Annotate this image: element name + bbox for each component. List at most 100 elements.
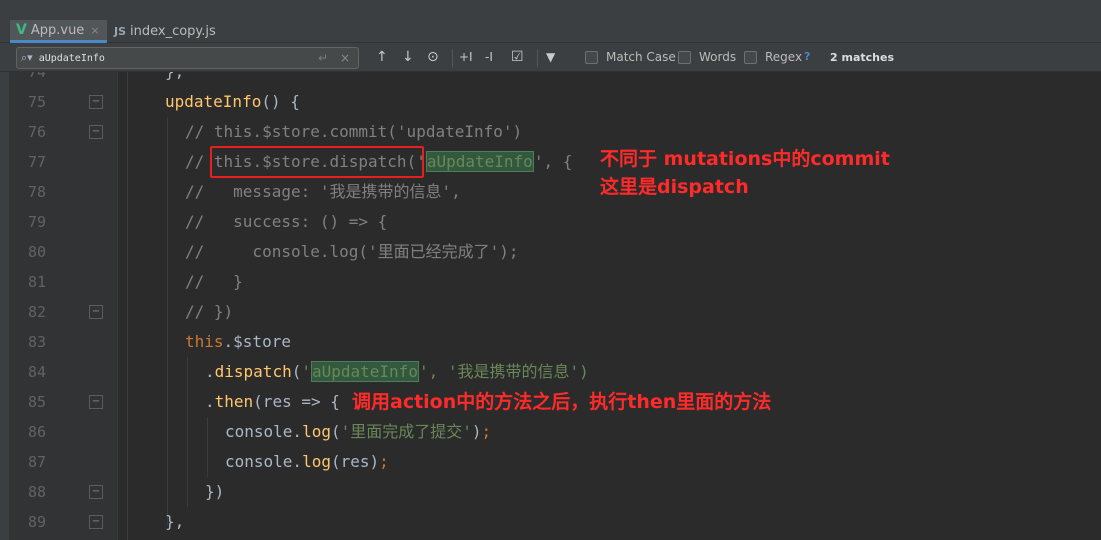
code-text: (res) — [330, 452, 380, 471]
line-number: 87 — [27, 453, 46, 471]
search-field[interactable]: ⌕▾ ↵ × — [16, 47, 359, 69]
code-editor[interactable]: 74 75 76 77 78 79 80 81 82 83 84 85 86 8… — [0, 72, 1101, 540]
keyword: this — [185, 332, 224, 351]
code-line-86: console.log('里面完成了提交'); — [225, 417, 491, 447]
code-text: .$store — [223, 332, 291, 351]
code-line-78: // message: '我是携带的信息', — [185, 182, 461, 201]
line-number: 76 — [27, 123, 46, 141]
line-number: 89 — [27, 513, 46, 531]
line-number: 82 — [27, 303, 46, 321]
close-tab-icon[interactable]: × — [90, 24, 99, 37]
code-text: ) — [471, 422, 482, 441]
clear-icon[interactable]: × — [340, 51, 350, 65]
fold-end-icon[interactable]: − — [89, 515, 103, 529]
regex-checkbox[interactable]: Regex — [744, 50, 802, 64]
fold-collapse-icon[interactable]: − — [89, 395, 103, 409]
method-name: updateInfo — [165, 92, 262, 111]
tab-index-copy-js[interactable]: JS index_copy.js — [108, 20, 218, 43]
indent-guide — [167, 117, 168, 525]
code-text: console. — [225, 422, 303, 441]
code-text: . — [205, 392, 215, 411]
code-line-85: .then(res => { — [205, 387, 340, 417]
fold-end-icon[interactable]: − — [89, 305, 103, 319]
editor-tab-bar: V App.vue × JS index_copy.js — [0, 0, 1101, 43]
js-file-icon: JS — [114, 25, 127, 38]
code-text: ( — [291, 362, 302, 381]
search-match-highlight: aUpdateInfo — [310, 361, 419, 382]
semicolon: ; — [481, 422, 492, 441]
match-case-checkbox[interactable]: Match Case — [585, 50, 676, 64]
checkbox-box[interactable] — [585, 50, 598, 64]
code-line-88: }) — [205, 482, 225, 501]
regex-help-link[interactable]: ? — [804, 50, 810, 63]
method-name: then — [214, 392, 254, 411]
code-text: (res => { — [253, 392, 340, 411]
code-text: . — [205, 362, 215, 381]
annotation-note: 调用action中的方法之后，执行then里面的方法 — [352, 391, 772, 413]
line-number: 88 — [27, 483, 46, 501]
previous-occurrence-icon[interactable]: ↑ — [376, 49, 388, 65]
search-match-highlight: aUpdateInfo — [425, 151, 534, 172]
code-line-87: console.log(res); — [225, 447, 389, 477]
annotation-note: 这里是dispatch — [600, 176, 749, 198]
code-line-76: // this.$store.commit('updateInfo') — [185, 122, 523, 141]
line-number: 74 — [27, 72, 46, 81]
tab-label: index_copy.js — [130, 24, 216, 39]
code-text: ', { — [533, 152, 573, 171]
string-literal: '里面完成了提交' — [340, 422, 472, 441]
next-occurrence-icon[interactable]: ↓ — [402, 49, 414, 65]
new-line-icon[interactable]: ↵ — [318, 51, 328, 65]
code-line-74: }, — [165, 72, 184, 87]
match-case-label: Match Case — [606, 50, 676, 64]
string-literal: ', '我是携带的信息') — [418, 362, 589, 381]
annotation-note: 不同于 mutations中的commit — [600, 148, 890, 170]
line-number: 84 — [27, 363, 46, 381]
code-text: () { — [261, 92, 300, 111]
annotation-highlight-box — [210, 146, 424, 178]
method-name: dispatch — [214, 362, 292, 381]
words-label: Words — [699, 50, 737, 64]
line-number: 79 — [27, 213, 46, 231]
indent-guide — [187, 357, 188, 507]
line-number: 78 — [27, 183, 46, 201]
indent-guide — [207, 417, 208, 477]
semicolon: ; — [379, 452, 389, 471]
filter-icon[interactable]: ▼ — [546, 49, 555, 65]
select-all-occurrences-icon[interactable]: ☑ — [511, 49, 524, 65]
code-line-79: // success: () => { — [185, 212, 388, 231]
checkbox-box[interactable] — [678, 50, 691, 64]
line-number: 81 — [27, 273, 46, 291]
code-line-82: // }) — [185, 302, 234, 321]
find-all-icon[interactable]: ⊙ — [427, 49, 439, 65]
vue-file-icon: V — [16, 22, 27, 38]
line-number: 83 — [27, 333, 46, 351]
fold-collapse-icon[interactable]: − — [89, 95, 103, 109]
fold-collapse-icon[interactable]: − — [89, 125, 103, 139]
search-input[interactable] — [38, 52, 309, 64]
method-name: log — [302, 422, 331, 441]
find-toolbar: ⌕▾ ↵ × ↑ ↓ ⊙ +I -I ☑ ▼ Match Case Words … — [0, 43, 1101, 72]
code-line-75: updateInfo() { — [165, 87, 300, 117]
toolbar-separator — [537, 49, 538, 67]
regex-label: Regex — [765, 50, 803, 64]
code-line-89: }, — [165, 512, 185, 531]
line-number: 75 — [27, 93, 46, 111]
toolbar-separator — [452, 49, 453, 67]
match-count: 2 matches — [830, 51, 894, 64]
remove-occurrence-icon[interactable]: -I — [485, 49, 493, 65]
code-line-80: // console.log('里面已经完成了'); — [185, 242, 519, 261]
checkbox-box[interactable] — [744, 50, 757, 64]
tab-app-vue[interactable]: V App.vue × — [10, 20, 107, 43]
code-line-84: .dispatch('aUpdateInfo', '我是携带的信息') — [205, 357, 589, 387]
add-occurrence-icon[interactable]: +I — [459, 49, 473, 65]
method-name: log — [302, 452, 331, 471]
code-text: console. — [225, 452, 303, 471]
code-line-83: this.$store — [185, 327, 291, 357]
code-text: ( — [330, 422, 341, 441]
words-checkbox[interactable]: Words — [678, 50, 736, 64]
line-number: 86 — [27, 423, 46, 441]
fold-end-icon[interactable]: − — [89, 485, 103, 499]
string-quote: ' — [301, 362, 311, 381]
code-line-81: // } — [185, 272, 243, 291]
search-icon[interactable]: ⌕▾ — [21, 51, 33, 65]
